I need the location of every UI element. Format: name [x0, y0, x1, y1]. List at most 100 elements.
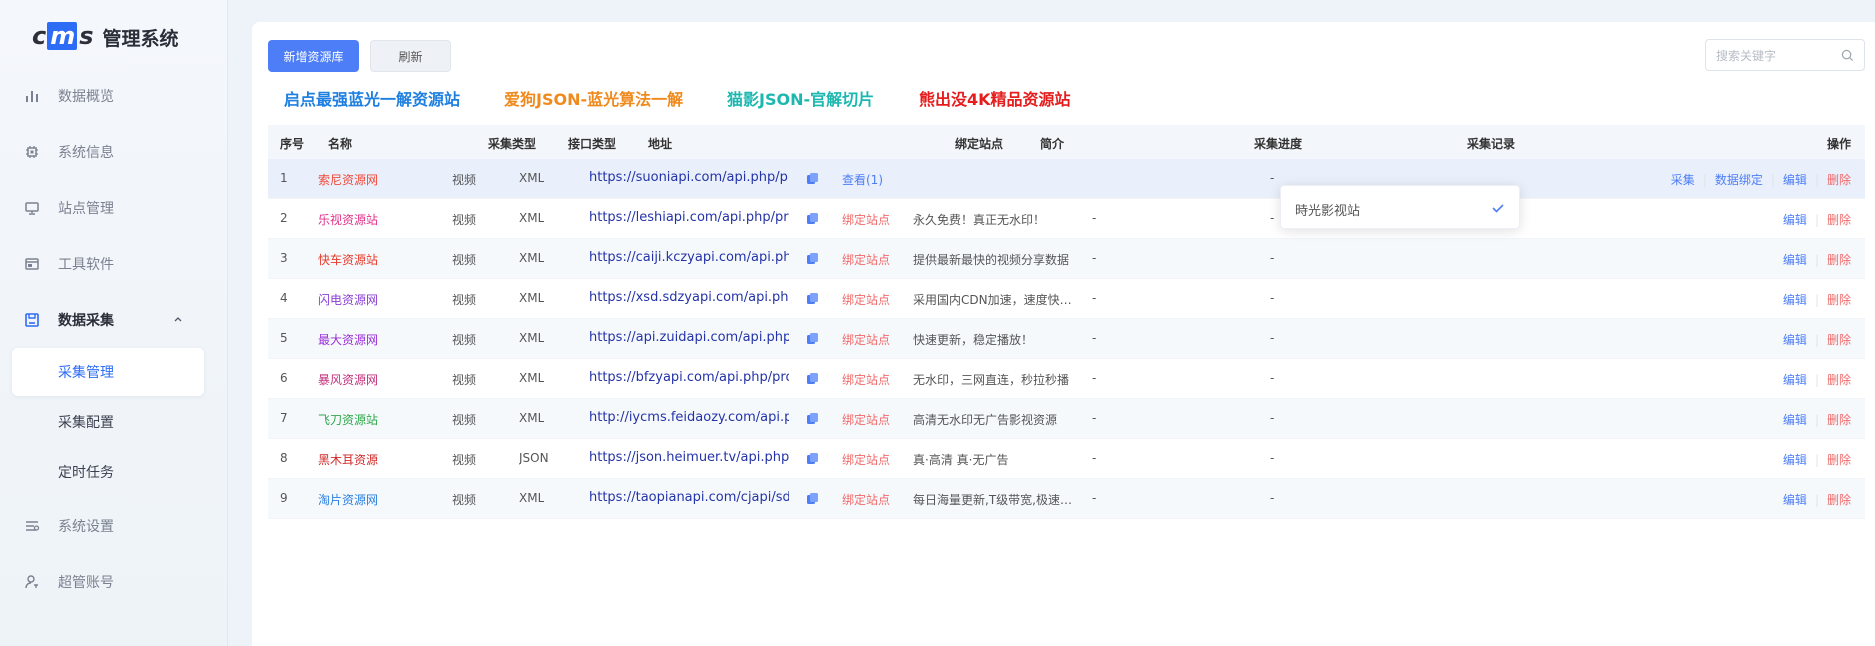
- promo-link-aigou[interactable]: 爱狗JSON-蓝光算法一解: [504, 86, 683, 110]
- promo-link-qidian[interactable]: 启点最强蓝光一解资源站: [284, 86, 460, 110]
- cell-no: 6: [280, 371, 288, 385]
- sidebar-item-overview[interactable]: 数据概览: [0, 76, 228, 116]
- action-separator: |: [1814, 252, 1819, 267]
- cell-url[interactable]: https://bfzyapi.com/api.php/provide/vod/: [589, 370, 789, 385]
- search-box[interactable]: [1705, 39, 1865, 71]
- cell-url[interactable]: https://caiji.kczyapi.com/api.php/provid…: [589, 250, 789, 265]
- cell-name[interactable]: 飞刀资源站: [318, 411, 378, 428]
- cell-name[interactable]: 快车资源站: [318, 251, 378, 268]
- view-bound-sites-link[interactable]: 查看(1): [842, 171, 883, 188]
- table-body: 1 索尼资源网 视频 XML https://suoniapi.com/api.php/…: [268, 159, 1865, 519]
- copy-icon[interactable]: [806, 412, 819, 425]
- copy-icon[interactable]: [806, 452, 819, 465]
- promo-link-maoying[interactable]: 猫影JSON-官解切片: [727, 86, 874, 110]
- delete-button[interactable]: 删除: [1827, 211, 1851, 228]
- search-icon[interactable]: [1841, 49, 1854, 62]
- sidebar-subitem-collect-config[interactable]: 采集配置: [12, 398, 204, 446]
- sidebar-item-system-settings[interactable]: 系统设置: [0, 506, 228, 546]
- cell-url[interactable]: https://taopianapi.com/cjapi/sda/vod/xml: [589, 490, 789, 505]
- cell-url[interactable]: https://api.zuidapi.com/api.php/provide/…: [589, 330, 789, 345]
- cell-collect-type: 视频: [452, 493, 477, 507]
- cell-name[interactable]: 淘片资源网: [318, 491, 378, 508]
- cell-name[interactable]: 乐视资源站: [318, 211, 378, 228]
- edit-button[interactable]: 编辑: [1783, 491, 1807, 508]
- copy-icon[interactable]: [806, 332, 819, 345]
- cell-url[interactable]: https://suoniapi.com/api.php/provide/vod: [589, 170, 789, 185]
- delete-button[interactable]: 删除: [1827, 291, 1851, 308]
- action-separator: |: [1702, 172, 1707, 187]
- cell-url[interactable]: https://json.heimuer.tv/api.php/provide/…: [589, 450, 789, 465]
- cell-record: -: [1270, 171, 1275, 185]
- cell-api-type: JSON: [519, 451, 549, 465]
- copy-icon[interactable]: [806, 172, 819, 185]
- sidebar-item-label: 站点管理: [58, 201, 114, 217]
- copy-icon[interactable]: [806, 212, 819, 225]
- sidebar-item-label: 数据概览: [58, 89, 114, 105]
- collect-button[interactable]: 采集: [1671, 171, 1695, 188]
- promo-link-xiongchumo[interactable]: 熊出没4K精品资源站: [919, 86, 1071, 110]
- edit-button[interactable]: 编辑: [1783, 171, 1807, 188]
- sidebar-subitem-collect-manage[interactable]: 采集管理: [12, 348, 204, 396]
- copy-icon[interactable]: [806, 372, 819, 385]
- search-input[interactable]: [1716, 47, 1836, 65]
- edit-button[interactable]: 编辑: [1783, 331, 1807, 348]
- col-header-collect-type: 采集类型: [488, 137, 537, 151]
- action-separator: |: [1814, 212, 1819, 227]
- sidebar-item-site-manage[interactable]: 站点管理: [0, 188, 228, 228]
- bind-site-link[interactable]: 绑定站点: [842, 451, 890, 468]
- sidebar-item-label: 系统信息: [58, 145, 114, 161]
- copy-icon[interactable]: [806, 292, 819, 305]
- dropdown-option[interactable]: 時光影视站: [1295, 200, 1360, 219]
- col-header-no: 序号: [280, 137, 305, 151]
- sidebar-item-admin-account[interactable]: 超管账号: [0, 562, 228, 602]
- sidebar-item-data-collect[interactable]: 数据采集: [0, 300, 228, 340]
- add-resource-button[interactable]: 新增资源库: [268, 40, 359, 72]
- cell-name[interactable]: 闪电资源网: [318, 291, 378, 308]
- delete-button[interactable]: 删除: [1827, 331, 1851, 348]
- delete-button[interactable]: 删除: [1827, 171, 1851, 188]
- sidebar-item-system-info[interactable]: 系统信息: [0, 132, 228, 172]
- cell-record: -: [1270, 211, 1275, 225]
- bind-site-link[interactable]: 绑定站点: [842, 211, 890, 228]
- bind-site-link[interactable]: 绑定站点: [842, 411, 890, 428]
- delete-button[interactable]: 删除: [1827, 411, 1851, 428]
- bind-site-link[interactable]: 绑定站点: [842, 291, 890, 308]
- cell-progress: -: [1092, 211, 1097, 225]
- cell-name[interactable]: 索尼资源网: [318, 171, 378, 188]
- edit-button[interactable]: 编辑: [1783, 291, 1807, 308]
- bind-site-link[interactable]: 绑定站点: [842, 371, 890, 388]
- edit-button[interactable]: 编辑: [1783, 211, 1807, 228]
- row-actions: 编辑 | 删除: [1783, 451, 1851, 468]
- delete-button[interactable]: 删除: [1827, 491, 1851, 508]
- cell-record: -: [1270, 491, 1275, 505]
- user-key-icon: [25, 575, 38, 589]
- cell-record: -: [1270, 291, 1275, 305]
- copy-icon[interactable]: [806, 492, 819, 505]
- sidebar-item-tools[interactable]: 工具软件: [0, 244, 228, 284]
- cell-url[interactable]: https://leshiapi.com/api.php/provide/vod…: [589, 210, 789, 225]
- cell-url[interactable]: http://iycms.feidaozy.com/api.php/provid: [589, 410, 789, 425]
- cell-url[interactable]: https://xsd.sdzyapi.com/api.php/provide/: [589, 290, 789, 305]
- cell-name[interactable]: 最大资源网: [318, 331, 378, 348]
- cell-name[interactable]: 暴风资源网: [318, 371, 378, 388]
- delete-button[interactable]: 删除: [1827, 251, 1851, 268]
- bind-site-link[interactable]: 绑定站点: [842, 251, 890, 268]
- cell-progress: -: [1092, 451, 1097, 465]
- logo-letter-c: c: [32, 22, 46, 50]
- edit-button[interactable]: 编辑: [1783, 411, 1807, 428]
- delete-button[interactable]: 删除: [1827, 371, 1851, 388]
- edit-button[interactable]: 编辑: [1783, 371, 1807, 388]
- cell-name[interactable]: 黑木耳资源: [318, 451, 378, 468]
- row-actions: 编辑 | 删除: [1783, 491, 1851, 508]
- cell-api-type: XML: [519, 331, 545, 345]
- sidebar-subitem-scheduled-tasks[interactable]: 定时任务: [12, 448, 204, 496]
- copy-icon[interactable]: [806, 252, 819, 265]
- delete-button[interactable]: 删除: [1827, 451, 1851, 468]
- data-bind-button[interactable]: 数据绑定: [1715, 171, 1763, 188]
- sidebar-subitem-label: 采集配置: [58, 415, 114, 431]
- refresh-button[interactable]: 刷新: [370, 40, 451, 72]
- bind-site-link[interactable]: 绑定站点: [842, 491, 890, 508]
- edit-button[interactable]: 编辑: [1783, 451, 1807, 468]
- bind-site-link[interactable]: 绑定站点: [842, 331, 890, 348]
- edit-button[interactable]: 编辑: [1783, 251, 1807, 268]
